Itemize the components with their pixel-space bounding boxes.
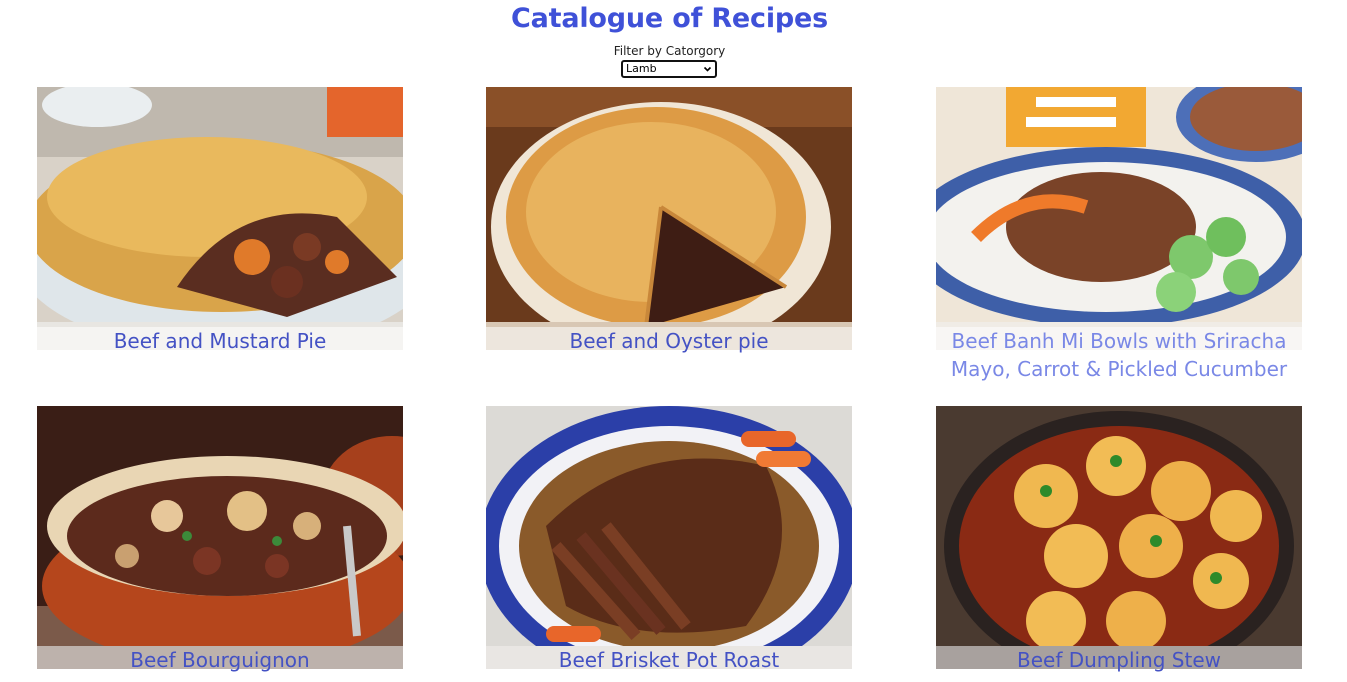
- recipe-image[interactable]: [936, 87, 1302, 350]
- page-title: Catalogue of Recipes: [511, 3, 828, 34]
- recipe-image[interactable]: [37, 87, 403, 350]
- filter-label: Filter by Catorgory: [613, 44, 726, 58]
- recipe-image[interactable]: [486, 406, 852, 669]
- category-filter-select[interactable]: Lamb: [621, 60, 717, 78]
- recipe-image[interactable]: [37, 406, 403, 669]
- chevron-down-icon: [703, 66, 712, 72]
- recipe-title[interactable]: Beef Bourguignon: [37, 646, 403, 674]
- recipe-image[interactable]: [936, 406, 1302, 669]
- recipe-card[interactable]: Beef Brisket Pot Roast: [486, 406, 852, 672]
- recipe-title[interactable]: Beef Dumpling Stew: [936, 646, 1302, 674]
- recipe-card[interactable]: Beef and Oyster pie: [486, 87, 852, 353]
- recipe-image[interactable]: [486, 87, 852, 350]
- recipe-card[interactable]: Beef and Mustard Pie: [37, 87, 403, 353]
- recipe-title[interactable]: Beef and Oyster pie: [486, 327, 852, 355]
- recipe-title[interactable]: Beef and Mustard Pie: [37, 327, 403, 355]
- recipe-card[interactable]: Beef Bourguignon: [37, 406, 403, 672]
- filter-selected-value: Lamb: [626, 62, 657, 75]
- recipe-card[interactable]: Beef Banh Mi Bowls with Sriracha Mayo, C…: [936, 87, 1302, 381]
- recipe-title[interactable]: Beef Banh Mi Bowls with Sriracha Mayo, C…: [936, 327, 1302, 383]
- recipe-title[interactable]: Beef Brisket Pot Roast: [486, 646, 852, 674]
- recipe-card[interactable]: Beef Dumpling Stew: [936, 406, 1302, 672]
